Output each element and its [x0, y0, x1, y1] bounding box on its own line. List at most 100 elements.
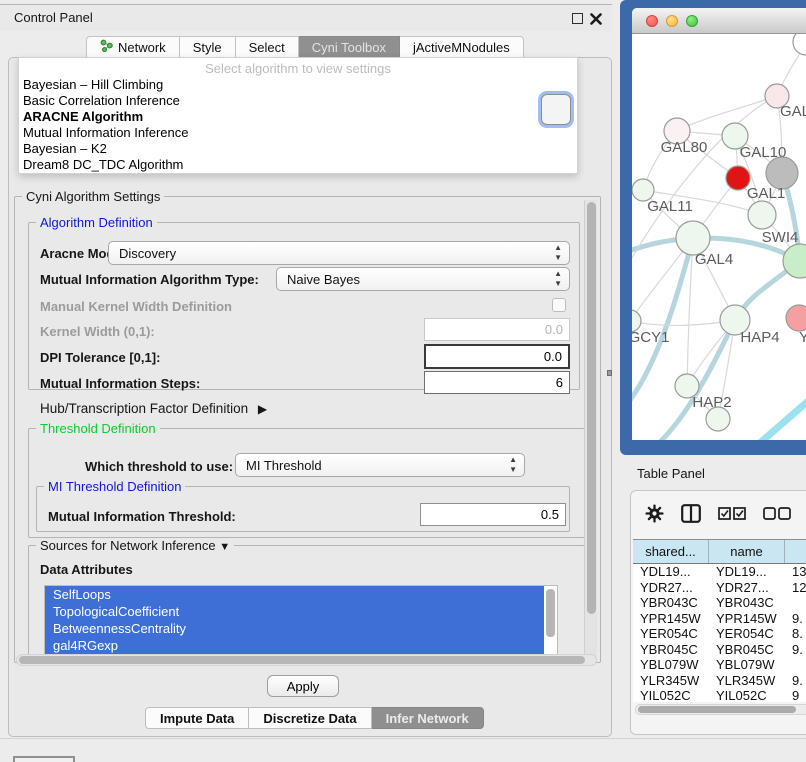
tab-impute-data[interactable]: Impute Data	[145, 707, 249, 729]
table-row[interactable]: YBR043CYBR043C	[633, 595, 806, 611]
node-table[interactable]: shared...name YDL19...YDL19...13YDR27...…	[633, 539, 806, 702]
attribute-item[interactable]: BetweennessCentrality	[45, 620, 544, 637]
table-row[interactable]: YIL052CYIL052C9	[633, 688, 806, 702]
unchecked-checkboxes-icon[interactable]	[763, 507, 791, 525]
table-cell: 12	[785, 580, 806, 596]
tab-infer-network[interactable]: Infer Network	[372, 707, 484, 729]
network-canvas[interactable]: GALGAL80GAL10GAL1GAL11SWI4GAL4GCY1HAP4YH…	[632, 34, 806, 440]
apply-button[interactable]: Apply	[267, 675, 339, 697]
network-node[interactable]	[748, 201, 776, 229]
tab-select[interactable]: Select	[236, 36, 299, 58]
table-cell	[785, 595, 806, 611]
table-cell: 13	[785, 564, 806, 580]
mi-type-select[interactable]: Naive Bayes ▲▼	[276, 267, 570, 291]
table-row[interactable]: YLR345WYLR345W9.	[633, 673, 806, 689]
network-node-y[interactable]	[786, 305, 806, 331]
table-cell: YBL079W	[633, 657, 709, 673]
column-header[interactable]: name	[709, 540, 785, 563]
tab-cyni-toolbox[interactable]: Cyni Toolbox	[299, 36, 400, 58]
table-cell: YDR27...	[633, 580, 709, 596]
table-cell: YBR043C	[633, 595, 709, 611]
splitter-handle[interactable]	[607, 370, 612, 376]
table-row[interactable]: YDL19...YDL19...13	[633, 564, 806, 580]
aracne-mode-select[interactable]: Discovery ▲▼	[108, 241, 570, 265]
algorithm-option[interactable]: Bayesian – K2	[19, 141, 577, 157]
algorithm-option[interactable]: ARACNE Algorithm	[19, 109, 577, 125]
focused-browse-button[interactable]	[541, 94, 571, 125]
algorithm-dropdown-placeholder: Select algorithm to view settings	[19, 58, 577, 77]
table-row[interactable]: YBL079WYBL079W	[633, 657, 806, 673]
attribute-item[interactable]: gal4RGexp	[45, 637, 544, 654]
sources-title-text: Sources for Network Inference	[40, 538, 216, 553]
mi-threshold-group-title: MI Threshold Definition	[44, 479, 185, 494]
tab-discretize-data[interactable]: Discretize Data	[249, 707, 371, 729]
mi-type-value: Naive Bayes	[287, 272, 360, 287]
dpi-tolerance-field[interactable]	[424, 344, 570, 369]
mi-steps-label: Mutual Information Steps:	[40, 376, 200, 391]
algorithm-option[interactable]: Dream8 DC_TDC Algorithm	[19, 157, 577, 173]
table-cell	[785, 657, 806, 673]
algorithm-dropdown-popup: Select algorithm to view settings Bayesi…	[18, 57, 578, 174]
divider	[0, 738, 806, 739]
column-header[interactable]	[785, 540, 806, 563]
table-cell: 9.	[785, 673, 806, 689]
network-window-titlebar[interactable]	[632, 8, 806, 34]
gear-icon[interactable]	[645, 504, 664, 528]
table-panel-title: Table Panel	[637, 466, 705, 481]
attribute-item[interactable]: SelfLoops	[45, 586, 544, 603]
settings-vertical-scrollbar[interactable]	[584, 200, 597, 658]
table-cell: 8.	[785, 626, 806, 642]
which-threshold-label: Which threshold to use:	[85, 459, 233, 474]
tab-label: Network	[118, 40, 166, 55]
bottom-tabbar: Impute DataDiscretize DataInfer Network	[145, 707, 484, 729]
tab-label: Select	[249, 40, 285, 55]
table-row[interactable]: YPR145WYPR145W9.	[633, 611, 806, 627]
data-attributes-list[interactable]: SelfLoopsTopologicalCoefficientBetweenne…	[44, 585, 558, 655]
algorithm-popup-list: Bayesian – Hill ClimbingBasic Correlatio…	[19, 77, 577, 173]
tab-label: jActiveMNodules	[413, 40, 510, 55]
table-row[interactable]: YER054CYER054C8.	[633, 626, 806, 642]
which-threshold-select[interactable]: MI Threshold ▲▼	[235, 453, 525, 477]
mi-threshold-field[interactable]	[420, 503, 566, 526]
float-panel-icon[interactable]	[572, 13, 583, 24]
zoom-traffic-light-icon[interactable]	[686, 15, 698, 27]
hub-definition-label: Hub/Transcription Factor Definition	[40, 401, 248, 416]
table-cell: YLR345W	[709, 673, 785, 689]
sources-title[interactable]: Sources for Network Inference ▼	[36, 538, 234, 553]
table-panel: shared...name YDL19...YDL19...13YDR27...…	[630, 490, 806, 735]
mi-steps-field[interactable]	[424, 371, 570, 394]
network-node[interactable]	[706, 407, 730, 431]
close-icon[interactable]	[590, 12, 602, 24]
tab-jactivemnodules[interactable]: jActiveMNodules	[400, 36, 524, 58]
attribute-item[interactable]: TopologicalCoefficient	[45, 603, 544, 620]
table-row[interactable]: YBR045CYBR045C9.	[633, 642, 806, 658]
table-row[interactable]: YDR27...YDR27...12	[633, 580, 806, 596]
manual-kernel-checkbox[interactable]	[552, 298, 566, 312]
stepper-icon: ▲▼	[554, 269, 562, 289]
algorithm-option[interactable]: Basic Correlation Inference	[19, 93, 577, 109]
chevron-down-icon: ▼	[219, 541, 230, 553]
tab-network[interactable]: Network	[86, 36, 180, 58]
checked-checkboxes-icon[interactable]	[718, 507, 746, 525]
network-graph: GALGAL80GAL10GAL1GAL11SWI4GAL4GCY1HAP4YH…	[632, 34, 806, 440]
node-label: GAL4	[695, 251, 733, 268]
network-edge[interactable]	[754, 396, 806, 440]
table-cell: YBR045C	[633, 642, 709, 658]
kernel-width-field[interactable]	[424, 318, 570, 341]
table-cell: YBR043C	[709, 595, 785, 611]
columns-icon[interactable]	[681, 504, 701, 528]
network-node-gal4[interactable]	[676, 221, 710, 255]
column-header[interactable]: shared...	[633, 540, 709, 563]
algorithm-option[interactable]: Mutual Information Inference	[19, 125, 577, 141]
minimize-traffic-light-icon[interactable]	[666, 15, 678, 27]
network-node[interactable]	[793, 34, 806, 55]
tab-style[interactable]: Style	[180, 36, 236, 58]
mi-type-label: Mutual Information Algorithm Type:	[40, 272, 259, 287]
table-horizontal-scrollbar[interactable]	[635, 704, 806, 715]
table-cell: YIL052C	[633, 688, 709, 702]
hub-definition-toggle[interactable]: Hub/Transcription Factor Definition ▶	[40, 401, 267, 416]
list-scrollbar[interactable]	[546, 589, 555, 637]
close-traffic-light-icon[interactable]	[646, 15, 658, 27]
settings-horizontal-scrollbar[interactable]	[16, 654, 597, 666]
algorithm-option[interactable]: Bayesian – Hill Climbing	[19, 77, 577, 93]
